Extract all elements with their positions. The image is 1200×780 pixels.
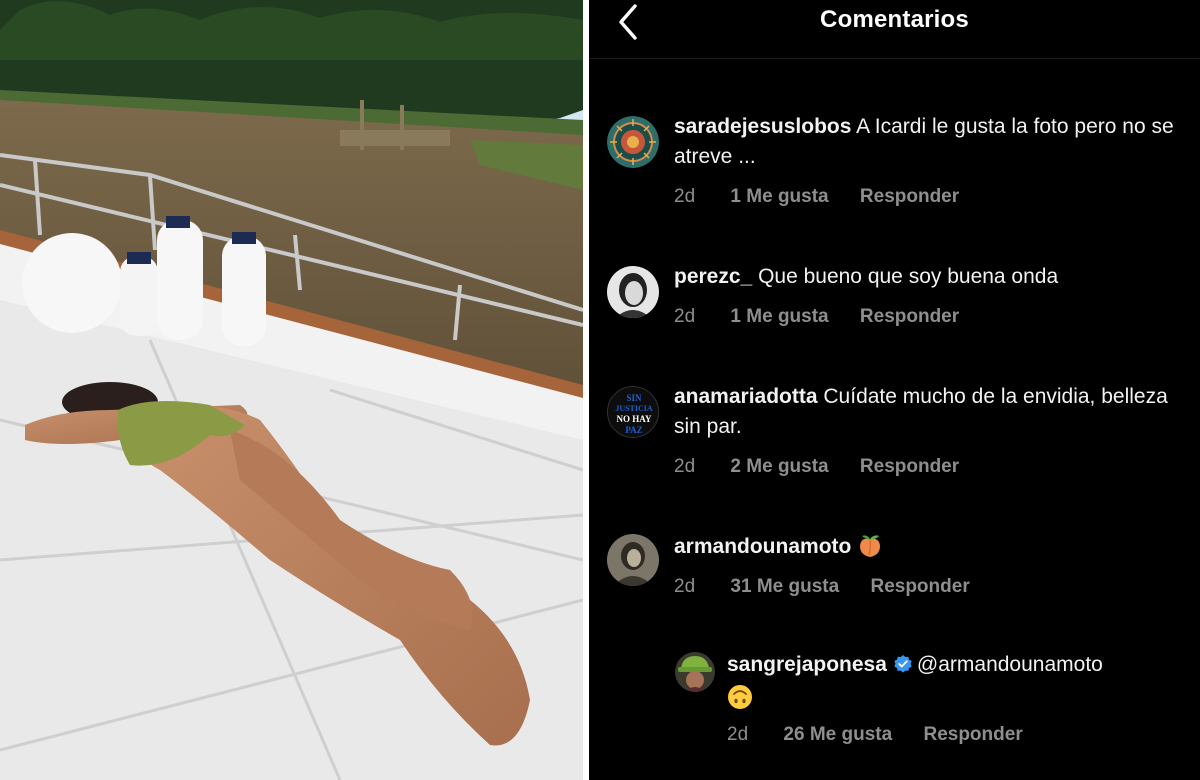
avatar-text-line: JUSTICIA	[615, 404, 653, 413]
avatar-text-line: PAZ	[625, 425, 642, 435]
comment-meta: 2d 2 Me gusta Responder	[674, 456, 985, 478]
comment-username[interactable]: perezc_	[674, 265, 752, 288]
comment-time: 2d	[674, 186, 696, 207]
post-photo	[0, 0, 583, 780]
comment-time: 2d	[674, 306, 696, 327]
reply-text-block: sangrejaponesa @armandounamoto	[727, 650, 1167, 713]
avatar[interactable]: SIN JUSTICIA NO HAY PAZ	[607, 386, 659, 438]
comments-panel: Comentarios saradejesuslobos A Icardi le…	[589, 0, 1200, 780]
comment-time: 2d	[674, 576, 696, 597]
comment-username[interactable]: anamariadotta	[674, 385, 818, 408]
comment-text: Que bueno que soy buena onda	[758, 265, 1059, 288]
avatar[interactable]	[607, 116, 659, 168]
peach-emoji-icon	[857, 533, 883, 559]
reply-meta: 2d 26 Me gusta Responder	[727, 724, 1049, 746]
comment-text-block: perezc_ Que bueno que soy buena onda	[674, 262, 1174, 292]
reply-button[interactable]: Responder	[860, 186, 959, 207]
comment-meta: 2d 1 Me gusta Responder	[674, 306, 985, 328]
comment-likes[interactable]: 2 Me gusta	[730, 456, 828, 477]
bucket-hat-avatar-icon	[675, 652, 715, 692]
page-title: Comentarios	[820, 6, 969, 33]
sepia-avatar-icon	[607, 534, 659, 586]
avatar[interactable]	[675, 652, 715, 692]
comment-username[interactable]: armandounamoto	[674, 535, 851, 558]
reply-username[interactable]: sangrejaponesa	[727, 653, 887, 676]
mandala-avatar-icon	[607, 116, 659, 168]
comment-text-block: saradejesuslobos A Icardi le gusta la fo…	[674, 112, 1174, 172]
comment-likes[interactable]: 1 Me gusta	[730, 306, 828, 327]
comment-text-block: anamariadotta Cuídate mucho de la envidi…	[674, 382, 1174, 442]
reply-time: 2d	[727, 724, 749, 745]
reply-button[interactable]: Responder	[923, 724, 1022, 745]
avatar[interactable]	[607, 266, 659, 318]
reply-likes[interactable]: 26 Me gusta	[783, 724, 892, 745]
avatar-text-line: SIN	[626, 393, 642, 403]
comment-meta: 2d 1 Me gusta Responder	[674, 186, 985, 208]
portrait-avatar-icon	[607, 266, 659, 318]
header: Comentarios	[589, 0, 1200, 46]
avatar-text-line: NO HAY	[617, 414, 652, 424]
comment-text-block: armandounamoto	[674, 532, 1174, 562]
comment-meta: 2d 31 Me gusta Responder	[674, 576, 996, 598]
header-divider	[589, 58, 1200, 59]
comment-likes[interactable]: 31 Me gusta	[730, 576, 839, 597]
photo-image	[0, 0, 583, 780]
reply-button[interactable]: Responder	[860, 306, 959, 327]
slogan-avatar-icon: SIN JUSTICIA NO HAY PAZ	[608, 387, 658, 437]
reply-mention[interactable]: @armandounamoto	[917, 653, 1103, 676]
comment-username[interactable]: saradejesuslobos	[674, 115, 851, 138]
upside-down-face-emoji-icon	[727, 684, 753, 710]
reply-button[interactable]: Responder	[870, 576, 969, 597]
comment-time: 2d	[674, 456, 696, 477]
reply-button[interactable]: Responder	[860, 456, 959, 477]
avatar[interactable]	[607, 534, 659, 586]
comment-likes[interactable]: 1 Me gusta	[730, 186, 828, 207]
verified-badge-icon	[893, 653, 913, 673]
